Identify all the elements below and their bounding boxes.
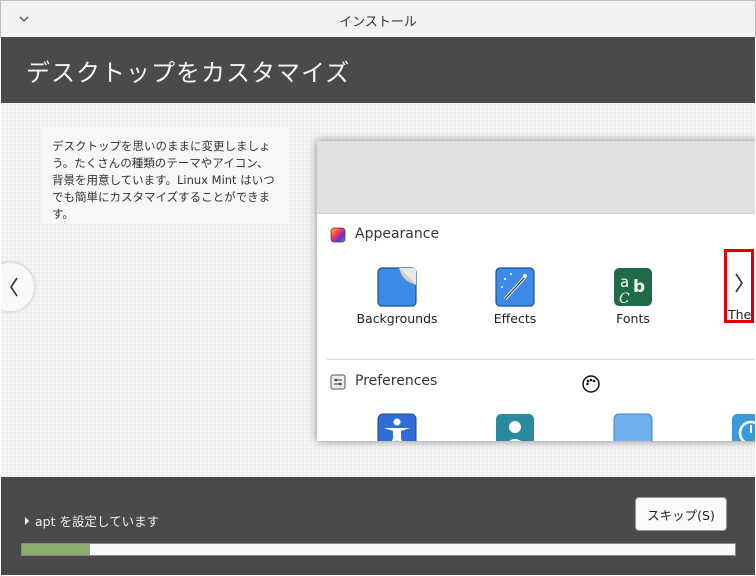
footer-bar: apt を設定しています スキップ(S) <box>1 477 755 575</box>
svg-text:C: C <box>619 291 630 307</box>
progress-fill <box>22 544 90 555</box>
busy-cursor-icon <box>582 375 600 393</box>
next-item-highlight[interactable]: The <box>724 249 754 323</box>
expand-triangle-icon <box>25 517 29 525</box>
backgrounds-label: Backgrounds <box>356 311 438 326</box>
svg-text:a: a <box>620 273 629 291</box>
page-title: デスクトップをカスタマイズ <box>26 59 351 87</box>
accessibility-item[interactable] <box>352 411 442 441</box>
effects-item[interactable]: Effects <box>470 265 560 326</box>
folder-icon <box>613 413 653 441</box>
slide-screenshot: Appearance Backgrounds Effects a b C Fon… <box>317 141 755 441</box>
backgrounds-item[interactable]: Backgrounds <box>352 265 442 326</box>
fonts-item[interactable]: a b C Fonts <box>588 265 678 326</box>
svg-text:b: b <box>633 277 645 297</box>
slideshow-area: デスクトップを思いのままに変更しましょう。たくさんの種類のテーマやアイコン、背景… <box>1 103 755 477</box>
section-divider <box>327 359 755 360</box>
date-time-icon <box>732 414 755 441</box>
section-title-preferences: Preferences <box>355 373 438 389</box>
backgrounds-icon <box>377 267 417 307</box>
effects-icon <box>495 267 535 307</box>
fonts-label: Fonts <box>616 311 650 326</box>
preferences-icon <box>330 374 346 390</box>
title-bar: インストール <box>0 0 756 38</box>
page-header: デスクトップをカスタマイズ <box>1 37 755 103</box>
install-progress-bar <box>21 543 736 556</box>
install-status[interactable]: apt を設定しています <box>25 511 159 530</box>
account-details-icon <box>496 414 534 441</box>
status-text: apt を設定しています <box>35 514 160 529</box>
window-title: インストール <box>339 15 417 30</box>
section-title-appearance: Appearance <box>355 226 440 242</box>
chevron-left-icon <box>10 277 18 297</box>
fonts-icon: a b C <box>614 268 652 307</box>
slide-description: デスクトップを思いのままに変更しましょう。たくさんの種類のテーマやアイコン、背景… <box>42 128 288 224</box>
screenshot-toolbar <box>317 141 755 214</box>
previous-slide-button[interactable] <box>1 262 35 312</box>
themes-label: The <box>728 307 752 322</box>
effects-label: Effects <box>493 311 537 326</box>
appearance-icon <box>330 227 346 243</box>
folder-item[interactable] <box>588 411 678 441</box>
date-time-item[interactable] <box>706 411 755 441</box>
account-details-item[interactable] <box>470 411 560 441</box>
accessibility-icon <box>377 413 417 441</box>
chevron-right-icon <box>735 273 743 293</box>
skip-button[interactable]: スキップ(S) <box>635 497 727 531</box>
